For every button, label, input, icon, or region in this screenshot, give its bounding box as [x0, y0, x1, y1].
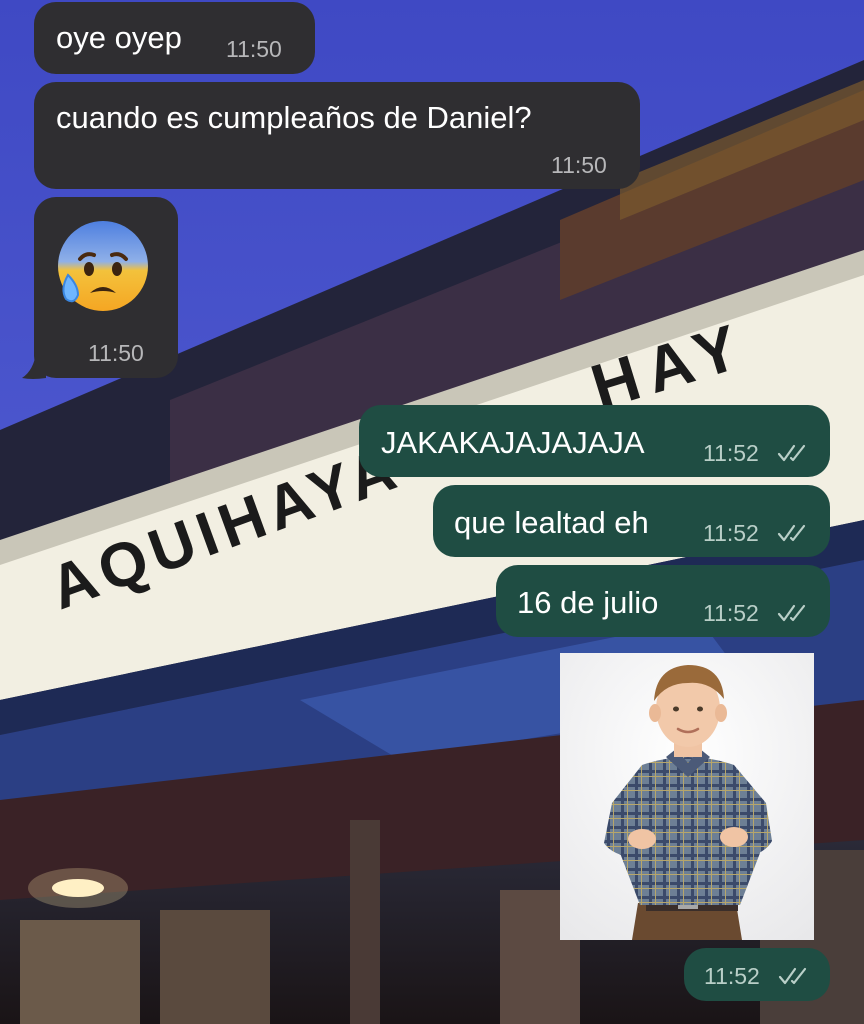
- message-time: 11:50: [88, 340, 144, 366]
- read-receipt-icon: [778, 967, 807, 985]
- incoming-message[interactable]: oye oyep 11:50: [34, 2, 315, 74]
- boy-arms-crossed-image[interactable]: [560, 653, 814, 940]
- outgoing-message[interactable]: que lealtad eh 11:52: [433, 485, 830, 557]
- message-text: oye oyep: [56, 20, 182, 55]
- incoming-message[interactable]: cuando es cumpleaños de Daniel? 11:50: [34, 82, 640, 189]
- message-time: 11:52: [703, 520, 759, 546]
- message-time: 11:50: [551, 152, 607, 178]
- message-time: 11:52: [704, 963, 760, 989]
- message-text: 16 de julio: [517, 585, 659, 620]
- outgoing-message[interactable]: 16 de julio 11:52: [496, 565, 830, 637]
- message-text: JAKAKAJAJAJAJA: [381, 425, 645, 460]
- bubble-tail: [22, 352, 46, 379]
- message-time: 11:50: [226, 36, 282, 62]
- outgoing-image-caption[interactable]: 11:52: [684, 948, 830, 1001]
- read-receipt-icon: [777, 444, 806, 462]
- incoming-emoji-message[interactable]: 11:50: [34, 197, 178, 378]
- message-time: 11:52: [703, 440, 759, 466]
- message-text: que lealtad eh: [454, 505, 649, 540]
- outgoing-message[interactable]: JAKAKAJAJAJAJA 11:52: [359, 405, 830, 477]
- message-time: 11:52: [703, 600, 759, 626]
- read-receipt-icon: [777, 604, 806, 622]
- anxious-face-with-sweat-icon: [58, 221, 148, 311]
- message-text: cuando es cumpleaños de Daniel?: [56, 100, 532, 135]
- read-receipt-icon: [777, 524, 806, 542]
